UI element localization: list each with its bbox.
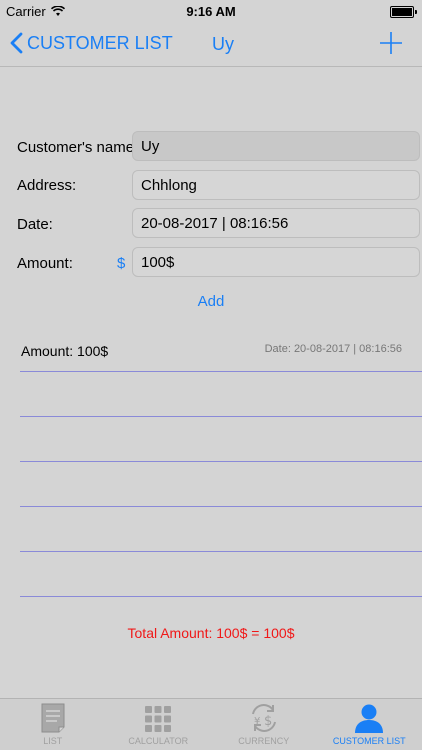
list-item[interactable]	[20, 417, 422, 462]
svg-text:$: $	[264, 714, 272, 729]
list-item[interactable]	[20, 552, 422, 597]
tab-list-label: LIST	[43, 736, 63, 746]
amount-label: Amount:	[17, 255, 73, 272]
address-label: Address:	[17, 177, 77, 194]
entries-list: Amount: 100$ Date: 20-08-2017 | 08:16:56	[20, 334, 422, 597]
customer-name-field[interactable]: Uy	[132, 131, 420, 161]
date-field[interactable]: 20-08-2017 | 08:16:56	[132, 208, 420, 238]
tab-bar: LIST CALCULATOR ¥ $ CURRENCY CUSTOMER LI…	[0, 698, 422, 750]
chevron-left-icon	[10, 32, 23, 54]
person-icon	[355, 704, 384, 733]
tab-list[interactable]: LIST	[0, 699, 106, 750]
list-item[interactable]	[20, 372, 422, 417]
entry-date: Date: 20-08-2017 | 08:16:56	[264, 343, 402, 355]
tab-currency[interactable]: ¥ $ CURRENCY	[211, 699, 317, 750]
back-button[interactable]: CUSTOMER LIST	[10, 32, 173, 54]
add-button[interactable]: Add	[0, 293, 422, 310]
date-label: Date:	[17, 216, 53, 233]
total-amount: Total Amount: 100$ = 100$	[127, 625, 295, 641]
list-item[interactable]	[20, 507, 422, 552]
currency-exchange-icon: ¥ $	[251, 704, 276, 732]
customer-name-label: Customer's name:	[17, 139, 139, 156]
entry-amount: Amount: 100$	[21, 343, 109, 359]
list-item[interactable]: Amount: 100$ Date: 20-08-2017 | 08:16:56	[20, 334, 422, 372]
back-button-label: CUSTOMER LIST	[27, 32, 173, 53]
svg-text:¥: ¥	[254, 716, 260, 727]
page-title: Uy	[212, 34, 234, 54]
tab-currency-label: CURRENCY	[238, 736, 290, 746]
list-document-icon	[41, 703, 65, 733]
status-time: 9:16 AM	[186, 4, 236, 19]
tab-customer-list[interactable]: CUSTOMER LIST	[317, 699, 422, 750]
amount-field[interactable]: 100$	[132, 247, 420, 277]
battery-icon	[390, 6, 417, 18]
navigation-bar: CUSTOMER LIST Uy	[0, 22, 422, 67]
currency-symbol[interactable]: $	[117, 255, 125, 272]
list-item[interactable]	[20, 462, 422, 507]
address-field[interactable]: Chhlong	[132, 170, 420, 200]
calculator-icon	[145, 706, 172, 732]
status-bar: Carrier 9:16 AM	[0, 0, 422, 22]
add-icon[interactable]	[378, 30, 404, 56]
tab-customer-list-label: CUSTOMER LIST	[332, 736, 406, 746]
tab-calculator[interactable]: CALCULATOR	[106, 699, 212, 750]
tab-calculator-label: CALCULATOR	[128, 736, 189, 746]
